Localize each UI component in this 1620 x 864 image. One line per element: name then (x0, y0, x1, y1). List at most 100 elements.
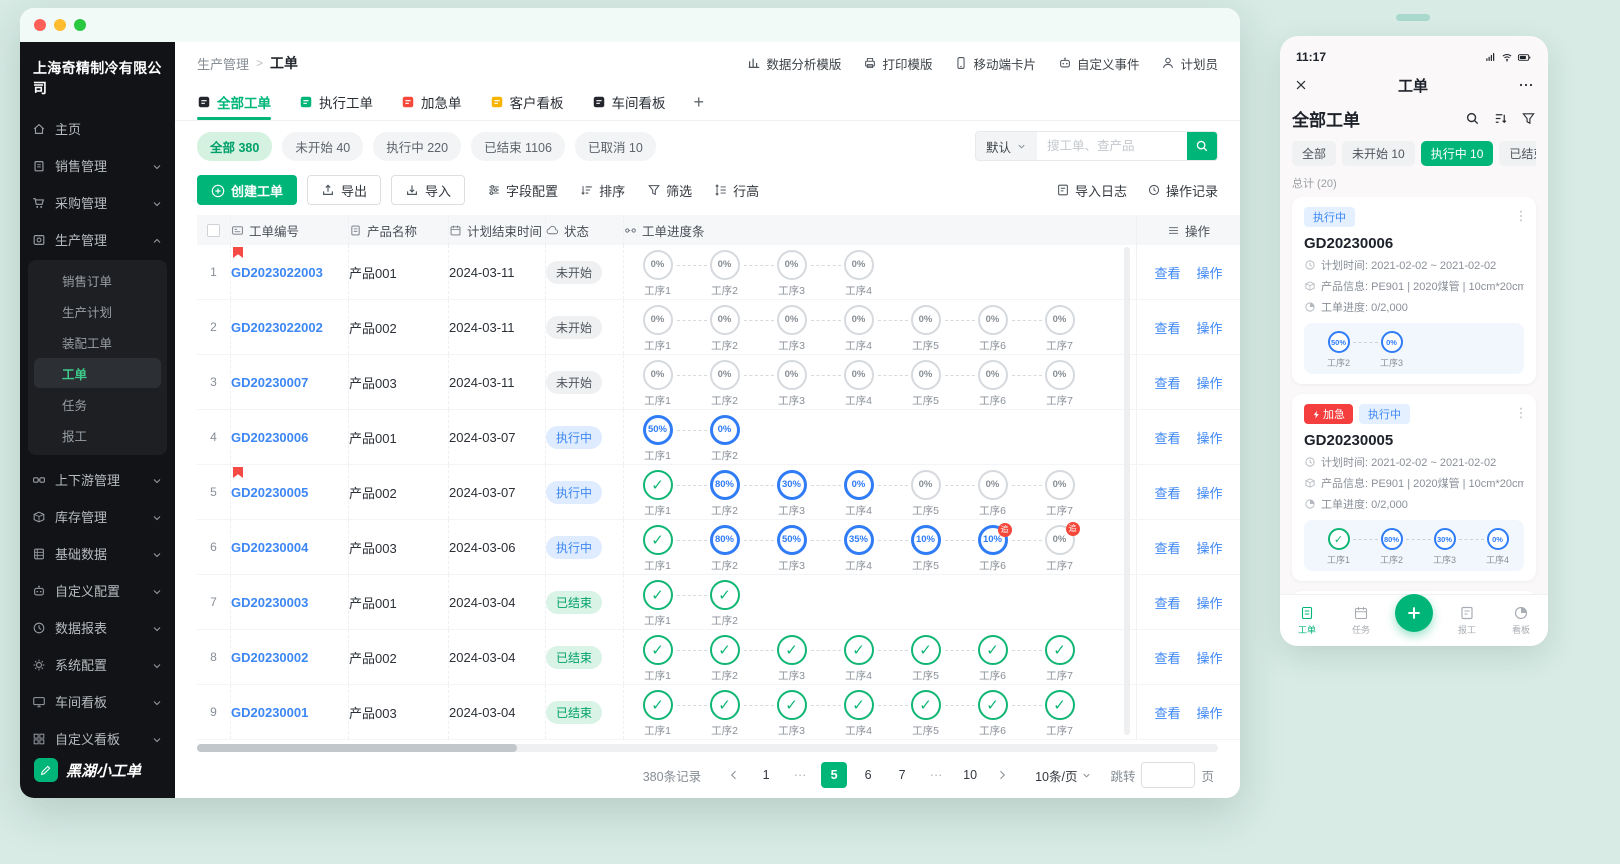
column-header[interactable]: 工单进度条 (624, 215, 705, 245)
jump-page-input[interactable] (1141, 762, 1195, 788)
workorder-number-link[interactable]: GD20230005 (231, 485, 308, 500)
more-vertical-icon[interactable] (1514, 207, 1528, 225)
operate-link[interactable]: 操作 (1197, 593, 1223, 612)
status-chip[interactable]: 未开始 40 (282, 132, 363, 161)
maximize-window-button[interactable] (74, 19, 86, 31)
toolbar-tool[interactable]: 行高 (714, 181, 759, 200)
mobile-status-chip[interactable]: 执行中 10 (1421, 141, 1494, 166)
view-tab[interactable]: 加急单 (401, 84, 462, 120)
view-link[interactable]: 查看 (1154, 538, 1180, 557)
operate-link[interactable]: 操作 (1197, 373, 1223, 392)
sidebar-subitem[interactable]: 报工 (34, 420, 161, 450)
page-number[interactable]: 10 (957, 762, 983, 788)
mobile-status-chip[interactable]: 已结束 10 (1499, 141, 1536, 166)
prev-page-button[interactable] (723, 762, 745, 788)
view-link[interactable]: 查看 (1154, 373, 1180, 392)
toolbar-right-tool[interactable]: 导入日志 (1056, 181, 1127, 200)
column-header[interactable]: 产品名称 (349, 215, 417, 245)
workorder-number-link[interactable]: GD20230007 (231, 375, 308, 390)
view-tab[interactable]: 客户看板 (490, 84, 564, 120)
sidebar-item[interactable]: 自定义看板 (20, 720, 175, 746)
header-action[interactable]: 打印模版 (863, 54, 932, 73)
view-link[interactable]: 查看 (1154, 648, 1180, 667)
search-input[interactable] (1037, 132, 1187, 160)
status-chip[interactable]: 执行中 220 (373, 132, 461, 161)
minimize-window-button[interactable] (54, 19, 66, 31)
sidebar-subitem[interactable]: 工单 (34, 358, 161, 388)
close-window-button[interactable] (34, 19, 46, 31)
header-action[interactable]: 自定义事件 (1058, 54, 1140, 73)
close-icon[interactable] (1294, 76, 1308, 94)
mobile-status-chip[interactable]: 全部 (1292, 141, 1336, 166)
view-link[interactable]: 查看 (1154, 483, 1180, 502)
header-action[interactable]: 数据分析模版 (747, 54, 841, 73)
operate-link[interactable]: 操作 (1197, 538, 1223, 557)
status-chip[interactable]: 已取消 10 (575, 132, 656, 161)
operate-link[interactable]: 操作 (1197, 428, 1223, 447)
view-tab[interactable]: 全部工单 (197, 84, 271, 120)
column-header[interactable]: 状态 (546, 215, 589, 245)
mobile-workorder-card[interactable]: 执行中追 (1292, 591, 1536, 594)
column-header[interactable]: 工单编号 (231, 215, 299, 245)
header-action[interactable]: 移动端卡片 (954, 54, 1036, 73)
workorder-number-link[interactable]: GD20230006 (231, 430, 308, 445)
sidebar-item[interactable]: 上下游管理 (20, 461, 175, 498)
mobile-workorder-card[interactable]: 执行中 GD20230006 计划时间: 2021-02-02 ~ 2021-0… (1292, 197, 1536, 384)
toolbar-tool[interactable]: 筛选 (647, 181, 692, 200)
page-number[interactable]: 5 (821, 762, 847, 788)
add-workorder-fab[interactable] (1395, 594, 1433, 632)
sidebar-item[interactable]: 自定义配置 (20, 572, 175, 609)
page-number[interactable]: 6 (855, 762, 881, 788)
more-vertical-icon[interactable] (1514, 404, 1528, 422)
view-link[interactable]: 查看 (1154, 263, 1180, 282)
toolbar-button[interactable]: 导入 (391, 175, 465, 205)
mobile-nav-item[interactable]: 任务 (1341, 605, 1381, 636)
column-header-action[interactable]: 操作 (1167, 215, 1210, 245)
mobile-nav-item[interactable]: 报工 (1447, 605, 1487, 636)
view-link[interactable]: 查看 (1154, 703, 1180, 722)
operate-link[interactable]: 操作 (1197, 263, 1223, 282)
view-link[interactable]: 查看 (1154, 428, 1180, 447)
mobile-workorder-card[interactable]: 加急执行中 GD20230005 计划时间: 2021-02-02 ~ 2021… (1292, 394, 1536, 581)
toolbar-tool[interactable]: 字段配置 (487, 181, 558, 200)
vertical-scrollbar[interactable] (1124, 247, 1130, 735)
view-tab[interactable]: 车间看板 (592, 84, 666, 120)
status-chip[interactable]: 全部 380 (197, 132, 272, 161)
sidebar-item[interactable]: 采购管理 (20, 184, 175, 221)
column-header[interactable]: 计划结束时间 (449, 215, 542, 245)
search-button[interactable] (1187, 132, 1217, 160)
mobile-nav-item[interactable]: 看板 (1501, 605, 1541, 636)
next-page-button[interactable] (991, 762, 1013, 788)
sidebar-item[interactable]: 基础数据 (20, 535, 175, 572)
sidebar-item[interactable]: 主页 (20, 110, 175, 147)
sidebar-item[interactable]: 数据报表 (20, 609, 175, 646)
page-number[interactable]: 1 (753, 762, 779, 788)
sidebar-item[interactable]: 库存管理 (20, 498, 175, 535)
view-link[interactable]: 查看 (1154, 318, 1180, 337)
sidebar-item[interactable]: 车间看板 (20, 683, 175, 720)
toolbar-tool[interactable]: 排序 (580, 181, 625, 200)
sidebar-item[interactable]: 生产管理 (20, 221, 175, 258)
create-workorder-button[interactable]: 创建工单 (197, 175, 297, 205)
toolbar-right-tool[interactable]: 操作记录 (1147, 181, 1218, 200)
status-chip[interactable]: 已结束 1106 (471, 132, 565, 161)
header-action[interactable]: 计划员 (1161, 54, 1218, 73)
breadcrumb-parent[interactable]: 生产管理 (197, 54, 249, 73)
workorder-number-link[interactable]: GD20230003 (231, 595, 308, 610)
page-number[interactable]: 7 (889, 762, 915, 788)
workorder-number-link[interactable]: GD20230001 (231, 705, 308, 720)
workorder-number-link[interactable]: GD20230002 (231, 650, 308, 665)
page-size-select[interactable]: 10条/页 (1035, 766, 1092, 785)
add-tab-button[interactable]: + (694, 84, 705, 120)
mobile-nav-item[interactable]: 工单 (1287, 605, 1327, 636)
sidebar-item[interactable]: 销售管理 (20, 147, 175, 184)
sidebar-subitem[interactable]: 装配工单 (34, 327, 161, 357)
operate-link[interactable]: 操作 (1197, 648, 1223, 667)
horizontal-scrollbar-thumb[interactable] (197, 744, 517, 752)
toolbar-button[interactable]: 导出 (307, 175, 381, 205)
sidebar-item[interactable]: 系统配置 (20, 646, 175, 683)
select-all-checkbox[interactable] (207, 224, 220, 237)
sidebar-subitem[interactable]: 销售订单 (34, 265, 161, 295)
view-link[interactable]: 查看 (1154, 593, 1180, 612)
operate-link[interactable]: 操作 (1197, 483, 1223, 502)
